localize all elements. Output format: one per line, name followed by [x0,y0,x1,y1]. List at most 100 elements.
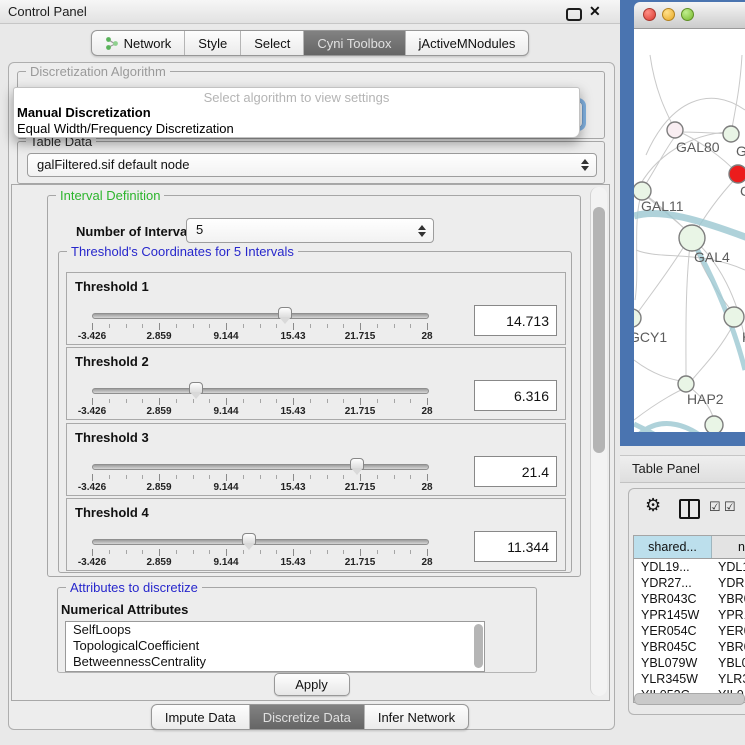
threshold-4-slider[interactable]: -3.4262.8599.14415.4321.71528 [92,533,427,569]
network-icon [105,37,119,50]
tick-mark [159,323,160,330]
attribute-list-item[interactable]: BetweennessCentrality [66,654,484,670]
mac-close-button[interactable] [643,8,656,21]
thresholds-group: Threshold's Coordinates for 5 Intervals … [58,251,572,573]
column-header-name[interactable]: n [712,536,745,558]
table-horizontal-scrollbar[interactable] [634,693,745,705]
table-panel-header: Table Panel [620,455,745,483]
checkbox-icon-2[interactable]: ☑ [724,499,736,515]
tab-discretize-data[interactable]: Discretize Data [250,705,365,729]
option-manual-discretization[interactable]: Manual Discretization [14,105,579,121]
node-bottom-partial[interactable] [705,416,723,432]
scale-label: 15.43 [280,406,305,417]
slider-thumb[interactable] [278,307,292,319]
attributes-list-scrollbar[interactable] [474,624,483,668]
apply-button[interactable]: Apply [274,673,350,696]
tick-mark [109,475,110,479]
slider-thumb[interactable] [350,458,364,470]
node-g-partial[interactable] [723,126,739,142]
threshold-2-value-field[interactable]: 6.316 [474,380,557,411]
column-layout-icon[interactable] [679,499,700,519]
node-hap2[interactable] [678,376,694,392]
option-equal-width-frequency[interactable]: Equal Width/Frequency Discretization [14,121,579,137]
tick-mark [193,550,194,554]
tick-mark [243,475,244,479]
network-graph: GAL80 G C GAL11 GAL4 GCY1 H HAP2 [634,29,745,432]
table-data-combobox[interactable]: galFiltered.sif default node [27,153,597,177]
slider-track[interactable] [92,388,429,394]
threshold-2-slider[interactable]: -3.4262.8599.14415.4321.71528 [92,382,427,418]
cell-name: YPR1 [718,607,745,623]
node-h-partial[interactable] [724,307,744,327]
node-red-selected[interactable] [729,165,745,183]
tab-select[interactable]: Select [241,31,304,55]
mac-minimize-button[interactable] [662,8,675,21]
cell-name: YLR3 [718,671,745,687]
settings-scrollbar-thumb[interactable] [593,207,605,453]
table-row[interactable]: YLR345W YLR3 [634,671,745,687]
number-of-intervals-combobox[interactable]: 5 [186,218,434,243]
slider-thumb[interactable] [242,533,256,545]
tick-mark [209,399,210,403]
slider-track[interactable] [92,539,429,545]
tick-mark [260,550,261,554]
tick-mark [360,549,361,556]
number-of-intervals-value: 5 [196,219,203,241]
threshold-1-value-field[interactable]: 14.713 [474,305,557,336]
attribute-list-item[interactable]: SelfLoops [66,622,484,638]
attribute-list-item[interactable]: TopologicalCoefficient [66,638,484,654]
scale-label: 2.859 [146,406,171,417]
tick-mark [310,550,311,554]
column-header-shared-name[interactable]: shared... [634,536,712,558]
close-icon[interactable]: ✕ [589,3,601,20]
tab-cyni-toolbox[interactable]: Cyni Toolbox [304,31,405,55]
table-row[interactable]: YBR043CYBR0 [634,591,745,607]
float-window-icon[interactable] [566,8,582,21]
threshold-4-value-field[interactable]: 11.344 [474,531,557,562]
tick-mark [243,399,244,403]
table-row[interactable]: YDR27...YDR2 [634,575,745,591]
combo-arrows-icon [418,225,425,237]
tab-network[interactable]: Network [92,31,186,55]
tick-mark [176,550,177,554]
table-row[interactable]: YPR145WYPR1 [634,607,745,623]
node-gcy1[interactable] [634,309,641,327]
attr-items: SelfLoopsTopologicalCoefficientBetweenne… [66,622,484,670]
numerical-attributes-list[interactable]: SelfLoopsTopologicalCoefficientBetweenne… [65,621,485,672]
tick-mark [360,474,361,481]
scale-label: 9.144 [213,557,238,568]
slider-track[interactable] [92,313,429,319]
tab-infer-network[interactable]: Infer Network [365,705,468,729]
control-panel-title: Control Panel [8,4,87,19]
tab-network-label: Network [124,36,172,51]
algorithm-placeholder-option[interactable]: Select algorithm to view settings [14,90,579,105]
slider-thumb[interactable] [189,382,203,394]
table-row[interactable]: YBL079WYBL0 [634,655,745,671]
gear-icon[interactable]: ⚙ [645,495,661,516]
table-panel-window: ⚙ ☑ ☑ shared... n YDL19...YDL1YDR27...YD… [628,488,745,715]
node-gal80[interactable] [667,122,683,138]
network-canvas[interactable]: GAL80 G C GAL11 GAL4 GCY1 H HAP2 [634,29,745,432]
threshold-1-slider[interactable]: -3.4262.8599.14415.4321.71528 [92,307,427,343]
table-row[interactable]: YBR045CYBR0 [634,639,745,655]
slider-scale-labels: -3.4262.8599.14415.4321.71528 [92,482,427,494]
threshold-3-slider[interactable]: -3.4262.8599.14415.4321.71528 [92,458,427,494]
scale-label: 28 [421,331,432,342]
table-row[interactable]: YDL19...YDL1 [634,559,745,575]
scale-label: 9.144 [213,482,238,493]
tick-mark [226,323,227,330]
scale-label: 28 [421,406,432,417]
checkbox-icon-1[interactable]: ☑ [709,499,721,515]
tab-impute-data[interactable]: Impute Data [152,705,250,729]
tab-style[interactable]: Style [185,31,241,55]
slider-track[interactable] [92,464,429,470]
tab-jactivemnodules[interactable]: jActiveMNodules [406,31,529,55]
mac-zoom-button[interactable] [681,8,694,21]
cell-name: YDR2 [718,575,745,591]
node-gal4[interactable] [679,225,705,251]
table-row[interactable]: YER054CYER0 [634,623,745,639]
threshold-3-value-field[interactable]: 21.4 [474,456,557,487]
settings-vertical-scrollbar[interactable] [590,187,607,696]
scale-label: 9.144 [213,331,238,342]
cell-shared-name: YLR345W [641,671,698,687]
